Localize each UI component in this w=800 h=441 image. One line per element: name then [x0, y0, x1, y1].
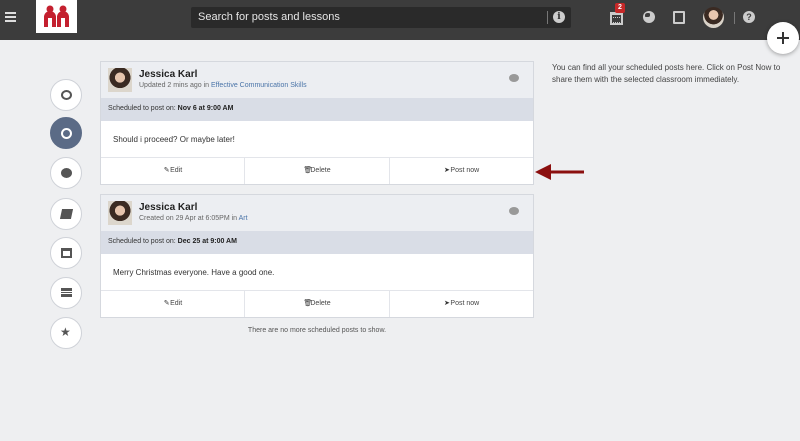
help-text: You can find all your scheduled posts he… — [552, 63, 781, 84]
meta-prefix: Updated 2 mins ago in — [139, 82, 211, 89]
star-icon: ★ — [60, 325, 71, 339]
chat-dots-icon — [61, 90, 72, 100]
comment-icon[interactable] — [509, 74, 519, 82]
sidebar-lessons-button[interactable] — [50, 198, 82, 230]
post-meta: Created on 29 Apr at 6:05PM in Art — [139, 215, 248, 222]
schedule-bar: Scheduled to post on: Dec 25 at 9:00 AM — [101, 231, 533, 254]
calendar-icon[interactable] — [610, 12, 623, 25]
edit-button[interactable]: ✎Edit — [101, 158, 246, 184]
edit-label: Edit — [170, 167, 183, 174]
edit-label: Edit — [170, 300, 183, 307]
stack-icon — [61, 288, 72, 297]
post-body: Merry Christmas everyone. Have a good on… — [101, 254, 533, 291]
post-now-label: Post now — [450, 300, 480, 307]
post-meta: Updated 2 mins ago in Effective Communic… — [139, 82, 307, 89]
top-bar: Search for posts and lessons i 2 ? — [0, 0, 800, 40]
schedule-date: Nov 6 at 9:00 AM — [177, 105, 234, 112]
scheduled-post-card: Jessica Karl Updated 2 mins ago in Effec… — [100, 61, 534, 185]
scheduled-post-card: Jessica Karl Created on 29 Apr at 6:05PM… — [100, 194, 534, 318]
schedule-label: Scheduled to post on: — [108, 238, 178, 245]
user-avatar[interactable] — [703, 7, 724, 28]
schedule-label: Scheduled to post on: — [108, 105, 178, 112]
window-icon — [61, 248, 72, 258]
book-icon — [59, 209, 74, 219]
meta-prefix: Created on 29 Apr at 6:05PM in — [139, 215, 239, 222]
sidebar-favorites-button[interactable]: ★ — [50, 317, 82, 349]
post-now-label: Post now — [450, 167, 480, 174]
calendar-badge: 2 — [615, 3, 625, 13]
topbar-divider — [734, 12, 735, 24]
sidebar-messages-button[interactable] — [50, 157, 82, 189]
search-bar[interactable]: Search for posts and lessons i — [191, 7, 571, 28]
annotation-arrow — [535, 164, 584, 180]
sidebar-list-button[interactable] — [50, 277, 82, 309]
post-actions: ✎Edit 🗑Delete ➤Post now — [101, 158, 533, 184]
info-icon[interactable]: i — [553, 11, 565, 23]
help-icon[interactable]: ? — [743, 11, 755, 23]
group-link[interactable]: Effective Communication Skills — [211, 82, 307, 89]
empty-message: There are no more scheduled posts to sho… — [247, 327, 387, 334]
post-header: Jessica Karl Created on 29 Apr at 6:05PM… — [101, 195, 533, 231]
group-link[interactable]: Art — [239, 215, 248, 222]
search-input[interactable]: Search for posts and lessons — [198, 11, 340, 23]
comment-icon[interactable] — [509, 207, 519, 215]
chat-icon — [61, 168, 72, 178]
post-now-button[interactable]: ➤Post now — [390, 158, 533, 184]
author-avatar[interactable] — [108, 201, 132, 225]
delete-label: Delete — [310, 300, 331, 307]
globe-icon[interactable] — [643, 11, 655, 23]
menu-icon[interactable] — [5, 12, 16, 22]
author-name[interactable]: Jessica Karl — [139, 202, 197, 213]
post-actions: ✎Edit 🗑Delete ➤Post now — [101, 291, 533, 317]
post-header: Jessica Karl Updated 2 mins ago in Effec… — [101, 62, 533, 98]
delete-label: Delete — [310, 167, 331, 174]
app-logo[interactable] — [36, 0, 77, 33]
edit-button[interactable]: ✎Edit — [101, 291, 246, 317]
sidebar-posts-button[interactable] — [50, 79, 82, 111]
schedule-bar: Scheduled to post on: Nov 6 at 9:00 AM — [101, 98, 533, 121]
author-avatar[interactable] — [108, 68, 132, 92]
author-name[interactable]: Jessica Karl — [139, 69, 197, 80]
clock-icon — [61, 128, 72, 139]
note-icon[interactable] — [673, 11, 685, 24]
post-body: Should i proceed? Or maybe later! — [101, 121, 533, 158]
add-button[interactable] — [767, 22, 799, 54]
delete-button[interactable]: 🗑Delete — [245, 158, 390, 184]
schedule-date: Dec 25 at 9:00 AM — [177, 238, 237, 245]
search-divider — [547, 11, 548, 24]
delete-button[interactable]: 🗑Delete — [245, 291, 390, 317]
post-now-button[interactable]: ➤Post now — [390, 291, 533, 317]
sidebar-scheduled-button[interactable] — [50, 117, 82, 149]
sidebar-pages-button[interactable] — [50, 237, 82, 269]
